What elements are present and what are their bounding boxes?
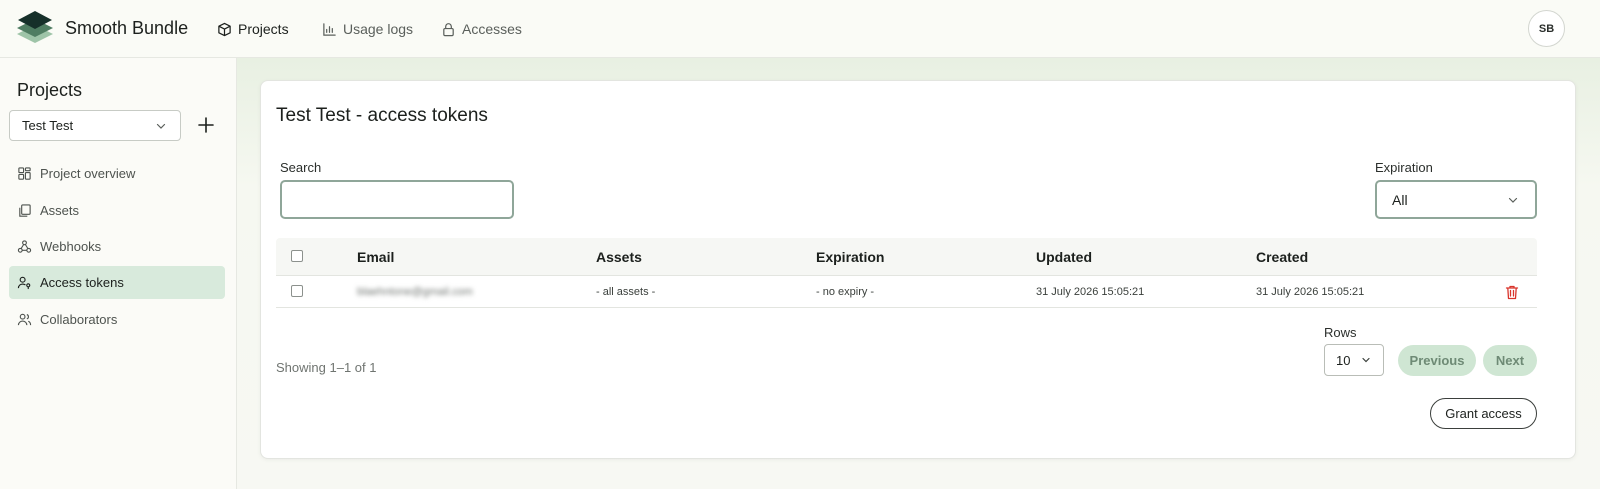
- rows-per-page-value: 10: [1336, 352, 1351, 368]
- sidebar-item-label: Collaborators: [40, 312, 118, 327]
- sidebar-item-label: Project overview: [40, 166, 136, 181]
- column-header-email[interactable]: Email: [357, 249, 394, 265]
- table-header: Email Assets Expiration Updated Created: [276, 238, 1537, 276]
- row-checkbox[interactable]: [291, 285, 303, 297]
- select-all-checkbox[interactable]: [291, 250, 303, 262]
- row-expiration: - no expiry -: [816, 286, 875, 298]
- add-project-button[interactable]: [196, 115, 216, 135]
- nav-projects[interactable]: Projects: [217, 17, 289, 41]
- pagination-summary: Showing 1–1 of 1: [276, 360, 377, 375]
- nav-usage-logs-label: Usage logs: [343, 21, 414, 37]
- sidebar: Projects Test Test Project overview Asse…: [0, 58, 237, 489]
- project-selector[interactable]: Test Test: [9, 110, 181, 141]
- plus-icon: [198, 117, 214, 133]
- smooth-bundle-logo[interactable]: [16, 10, 54, 48]
- row-email: blaehntone@gmail.com: [357, 286, 473, 298]
- user-avatar[interactable]: SB: [1528, 10, 1565, 47]
- brand-name[interactable]: Smooth Bundle: [65, 18, 188, 39]
- box-icon: [218, 22, 231, 36]
- sidebar-item-label: Webhooks: [40, 239, 102, 254]
- dashboard-icon: [18, 167, 31, 180]
- column-header-expiration[interactable]: Expiration: [816, 249, 884, 265]
- nav-accesses-label: Accesses: [462, 21, 522, 37]
- sidebar-item-label: Assets: [40, 203, 80, 218]
- grant-access-button[interactable]: Grant access: [1430, 398, 1537, 429]
- top-navbar: Smooth Bundle Projects Usage logs Access…: [0, 0, 1600, 58]
- sidebar-item-access-tokens[interactable]: Access tokens: [9, 266, 225, 299]
- sidebar-title: Projects: [17, 80, 83, 100]
- chevron-down-icon: [1362, 357, 1370, 363]
- copy-icon: [19, 204, 31, 217]
- expiration-filter-select[interactable]: All: [1375, 180, 1537, 219]
- access-tokens-card: Test Test - access tokens Search Expirat…: [260, 80, 1576, 459]
- row-created: 31 July 2026 15:05:21: [1256, 286, 1365, 298]
- project-selector-value: Test Test: [22, 118, 74, 133]
- rows-per-page-select[interactable]: 10: [1324, 344, 1384, 376]
- sidebar-item-webhooks[interactable]: Webhooks: [9, 230, 225, 263]
- page-title: Test Test - access tokens: [276, 105, 488, 126]
- previous-page-button[interactable]: Previous: [1398, 345, 1476, 376]
- nav-usage-logs[interactable]: Usage logs: [322, 17, 413, 41]
- search-input[interactable]: [280, 180, 514, 219]
- next-page-button[interactable]: Next: [1483, 345, 1537, 376]
- rows-per-page-label: Rows: [1324, 325, 1357, 340]
- lock-icon: [443, 22, 454, 36]
- row-assets: - all assets -: [596, 286, 656, 298]
- table-row: blaehntone@gmail.com - all assets - - no…: [276, 276, 1537, 308]
- expiration-label: Expiration: [1375, 160, 1433, 175]
- column-header-updated[interactable]: Updated: [1036, 249, 1092, 265]
- column-header-created[interactable]: Created: [1256, 249, 1308, 265]
- column-header-assets[interactable]: Assets: [596, 249, 642, 265]
- webhook-icon: [17, 240, 32, 253]
- nav-accesses[interactable]: Accesses: [441, 17, 522, 41]
- bar-chart-icon: [323, 22, 336, 36]
- nav-projects-label: Projects: [238, 21, 289, 37]
- trash-icon[interactable]: [1504, 284, 1520, 300]
- expiration-filter-value: All: [1392, 191, 1408, 208]
- sidebar-item-collaborators[interactable]: Collaborators: [9, 303, 225, 336]
- search-label: Search: [280, 160, 322, 175]
- user-key-icon: [17, 276, 31, 290]
- row-updated: 31 July 2026 15:05:21: [1036, 286, 1145, 298]
- chevron-down-icon: [1508, 197, 1518, 203]
- sidebar-item-assets[interactable]: Assets: [9, 194, 225, 227]
- chevron-down-icon: [156, 123, 166, 129]
- sidebar-item-project-overview[interactable]: Project overview: [9, 157, 225, 190]
- users-icon: [17, 313, 32, 326]
- sidebar-item-label: Access tokens: [40, 275, 124, 290]
